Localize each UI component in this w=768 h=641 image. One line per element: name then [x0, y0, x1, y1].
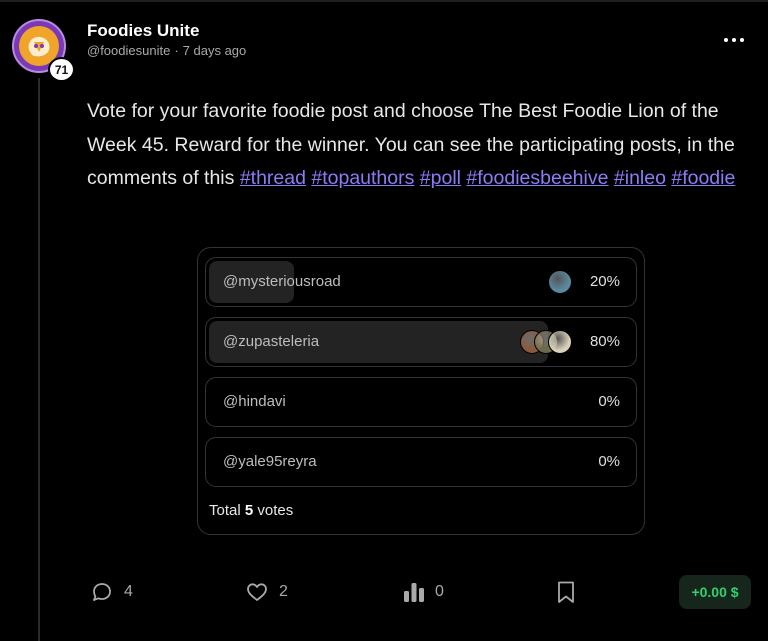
poll-total-count: 5 [244, 502, 254, 519]
comment-icon [93, 583, 111, 601]
meta-separator: · [174, 43, 179, 58]
bookmark-button[interactable] [556, 580, 576, 604]
dot-icon [724, 38, 728, 42]
post-time: 7 days ago [182, 43, 247, 58]
poll-option-percent: 80% [589, 333, 620, 350]
like-button[interactable]: 2 [245, 580, 288, 604]
bar-chart-icon [404, 583, 424, 602]
poll-total: Total 5 votes [209, 502, 293, 519]
post-body: Vote for your favorite foodie post and c… [87, 95, 757, 196]
poll-total-suffix: votes [257, 502, 294, 519]
hashtag-link[interactable]: #thread [240, 167, 306, 189]
bookmark-icon [558, 581, 574, 603]
poll-option-zupasteleria[interactable]: @zupasteleria 80% [205, 317, 637, 367]
hashtag-link[interactable]: #poll [420, 167, 461, 189]
poll-option-percent: 20% [589, 273, 620, 290]
poll-option-percent: 0% [598, 453, 620, 470]
voter-avatars [520, 330, 572, 354]
author-name[interactable]: Foodies Unite [87, 21, 199, 41]
author-handle[interactable]: @foodiesunite [87, 43, 170, 58]
voter-avatars [562, 390, 570, 414]
reward-button[interactable]: +0.00 $ [679, 575, 751, 609]
poll-option-label: @hindavi [223, 393, 286, 410]
hashtag-link[interactable]: #foodiesbeehive [466, 167, 608, 189]
comment-button[interactable]: 4 [90, 580, 133, 604]
poll-option-label: @zupasteleria [223, 333, 320, 350]
poll-option-label: @yale95reyra [223, 453, 317, 470]
poll-option-label: @mysteriousroad [223, 273, 341, 290]
reputation-badge: 71 [48, 57, 75, 82]
poll: @mysteriousroad 20% @zupasteleria 80% @h… [197, 247, 645, 535]
stats-count: 0 [435, 583, 444, 600]
stats-button[interactable]: 0 [403, 580, 444, 604]
dot-icon [740, 38, 744, 42]
like-count: 2 [279, 583, 288, 600]
heart-icon [247, 583, 267, 601]
hashtag-link[interactable]: #foodie [671, 167, 735, 189]
author-meta: @foodiesunite · 7 days ago [87, 43, 246, 58]
poll-option-hindavi[interactable]: @hindavi 0% [205, 377, 637, 427]
hashtag-link[interactable]: #inleo [614, 167, 666, 189]
voter-avatars [562, 450, 570, 474]
poll-total-prefix: Total [209, 502, 241, 519]
poll-option-percent: 0% [598, 393, 620, 410]
voter-avatars [548, 270, 572, 294]
more-options-button[interactable] [723, 28, 747, 52]
poll-option-yale95reyra[interactable]: @yale95reyra 0% [205, 437, 637, 487]
poll-option-mysteriousroad[interactable]: @mysteriousroad 20% [205, 257, 637, 307]
top-divider [0, 0, 768, 2]
thread-line [38, 78, 40, 641]
voter-avatar [548, 270, 572, 294]
comment-count: 4 [124, 583, 133, 600]
hashtag-link[interactable]: #topauthors [311, 167, 414, 189]
dot-icon [732, 38, 736, 42]
voter-avatar [548, 330, 572, 354]
